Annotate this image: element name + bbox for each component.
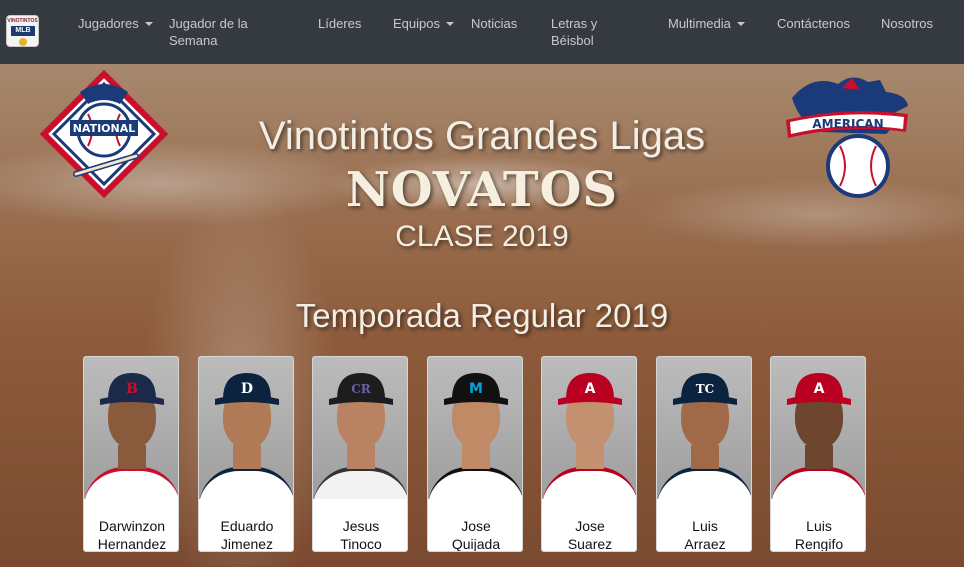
cap-team-logo: A [814,381,825,397]
player-photo: CR [313,357,407,499]
hero-subtitle: NOVATOS [345,162,619,218]
player-name: Jose Quijada [428,517,522,552]
player-jersey [771,467,865,499]
nav-item-label: Jugadores [78,16,139,31]
nav-item-nosotros[interactable]: Nosotros [881,15,933,32]
player-jersey [428,467,522,499]
player-card[interactable]: A Jose Suarez [541,356,637,552]
player-name: Jose Suarez [542,517,636,552]
nav-item-label: Líderes [318,16,362,31]
nav-item-jugador-de-la-semana[interactable]: Jugador de la Semana [169,15,259,49]
player-first-name: Jesus [342,518,380,534]
baseball-cap-icon: CR [329,373,393,405]
nav-item-label: Multimedia [668,16,731,31]
nav-item-noticias[interactable]: Noticias [471,15,517,32]
baseball-cap-icon: A [787,373,851,405]
player-photo: D [199,357,293,499]
baseball-cap-icon: B [100,373,164,405]
player-last-name: Tinoco [340,536,382,552]
player-photo: A [771,357,865,499]
baseball-cap-icon: D [215,373,279,405]
player-card[interactable]: TC Luis Arraez [656,356,752,552]
caret-down-icon [736,22,745,26]
player-card[interactable]: D Eduardo Jimenez [198,356,294,552]
player-first-name: Darwinzon [98,518,166,534]
nav-item-label: Equipos [393,16,440,31]
player-first-name: Luis [806,518,832,534]
nav-item-jugadores[interactable]: Jugadores [78,15,153,32]
hero-class-year: CLASE 2019 [395,220,569,253]
brand-ball-icon [19,38,27,46]
player-name: Jesus Tinoco [313,517,407,552]
nav-item-letras-y-beisbol[interactable]: Letras y Béisbol [551,15,611,49]
nav-item-multimedia[interactable]: Multimedia [668,15,745,32]
player-card[interactable]: M Jose Quijada [427,356,523,552]
player-last-name: Hernandez [97,536,167,552]
baseball-cap-icon: A [558,373,622,405]
player-name: Eduardo Jimenez [199,517,293,552]
nav-item-label: Noticias [471,16,518,31]
player-name: Luis Rengifo [771,517,865,552]
player-name: Darwinzon Hernandez [84,517,178,552]
player-name: Luis Arraez [657,517,751,552]
baseball-cap-icon: M [444,373,508,405]
nav-item-equipos[interactable]: Equipos [393,15,454,32]
brand-mlb-text: MLB [11,26,35,36]
player-card[interactable]: B Darwinzon Hernandez [83,356,179,552]
player-jersey [542,467,636,499]
cap-team-logo: D [241,381,253,397]
player-last-name: Arraez [684,536,726,552]
player-last-name: Jimenez [220,536,274,552]
player-jersey [313,467,407,499]
nav-item-contactenos[interactable]: Contáctenos [777,15,850,32]
brand-top-text: VINOTINTOS [7,18,38,24]
nav-item-label: Contáctenos [777,16,850,31]
cap-team-logo: B [126,381,138,397]
player-photo: A [542,357,636,499]
cap-team-logo: A [585,381,596,397]
caret-down-icon [445,22,454,26]
nav-item-label: Letras y Béisbol [551,16,598,48]
cap-team-logo: CR [351,382,372,396]
player-first-name: Eduardo [220,518,274,534]
player-photo: TC [657,357,751,499]
player-first-name: Luis [692,518,718,534]
top-navbar: VINOTINTOS MLB Jugadores Jugador de la S… [0,0,964,64]
player-card[interactable]: CR Jesus Tinoco [312,356,408,552]
hero-banner: NATIONAL AMERICAN Vinotintos Grandes Lig… [0,64,964,567]
player-jersey [199,467,293,499]
hero-title: Vinotintos Grandes Ligas [258,114,706,158]
player-first-name: Jose [461,518,491,534]
cap-team-logo: TC [696,382,714,396]
player-photo: B [84,357,178,499]
player-last-name: Rengifo [794,536,844,552]
caret-down-icon [144,22,153,26]
nav-item-label: Nosotros [881,16,934,31]
player-first-name: Jose [575,518,605,534]
nav-item-label: Jugador de la Semana [169,16,248,48]
baseball-cap-icon: TC [673,373,737,405]
player-last-name: Suarez [567,536,613,552]
player-card[interactable]: A Luis Rengifo [770,356,866,552]
vinotintos-mlb-logo[interactable]: VINOTINTOS MLB [6,15,39,47]
player-jersey [84,467,178,499]
player-last-name: Quijada [451,536,501,552]
season-heading: Temporada Regular 2019 [295,297,669,334]
player-jersey [657,467,751,499]
cap-team-logo: M [469,381,483,397]
nav-item-lideres[interactable]: Líderes [318,15,361,32]
player-photo: M [428,357,522,499]
